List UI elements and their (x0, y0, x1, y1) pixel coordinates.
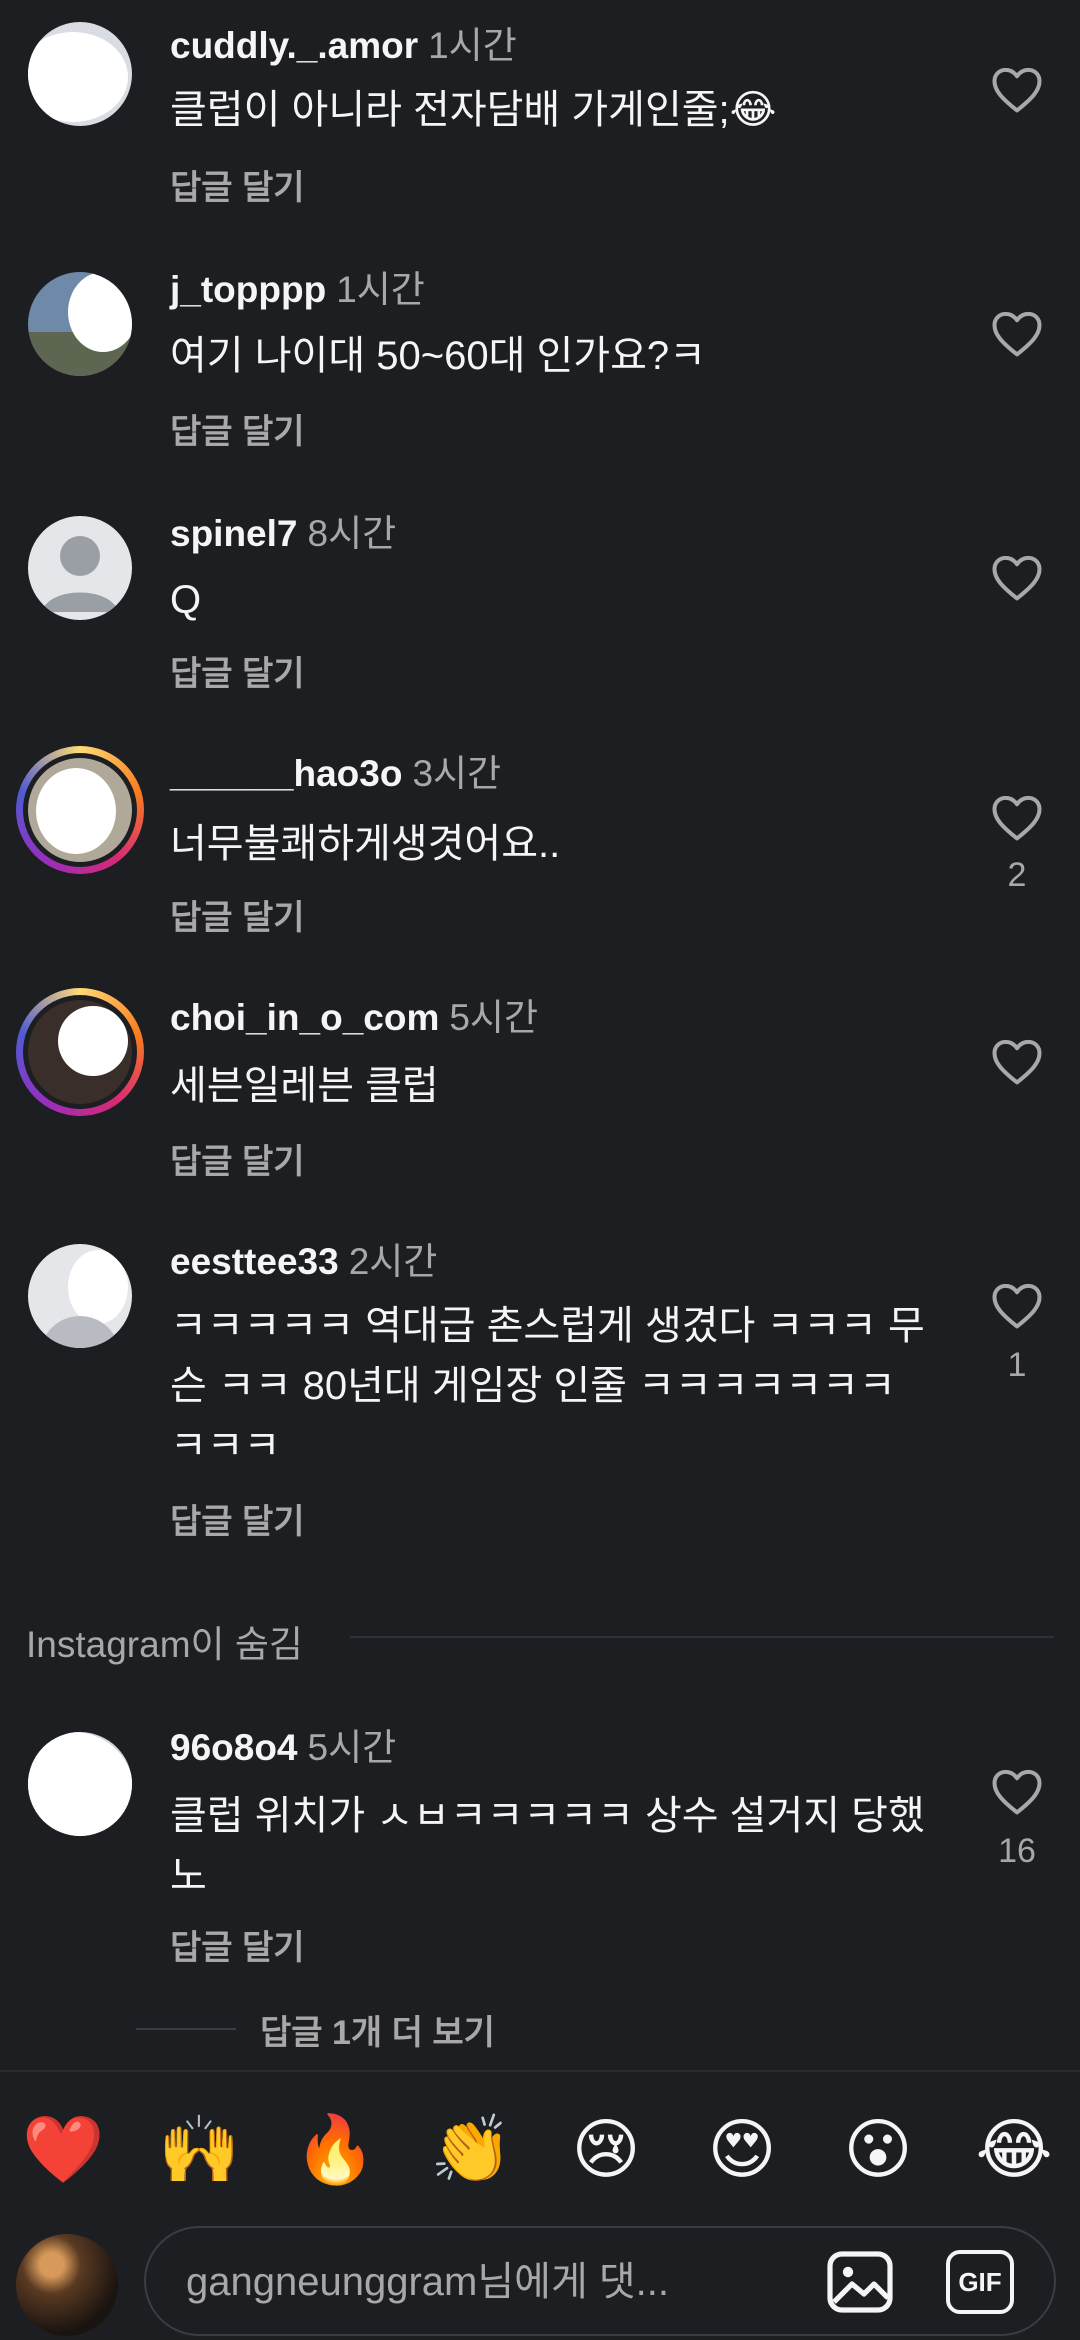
laughing-tears-emoji-icon[interactable]: 😂 (974, 2110, 1054, 2190)
heart-icon (992, 1039, 1042, 1085)
like-button[interactable] (990, 1766, 1044, 1816)
username[interactable]: eesttee33 (170, 1241, 339, 1282)
like-button[interactable] (990, 64, 1044, 114)
default-avatar-icon (42, 536, 118, 612)
heart-emoji-icon[interactable]: ❤️ (22, 2110, 104, 2190)
comment-meta: choi_in_o_com 5시간 (170, 996, 538, 1040)
reply-button[interactable]: 답글 달기 (170, 646, 305, 695)
avatar[interactable] (28, 516, 132, 620)
like-button[interactable] (990, 308, 1044, 358)
comment-meta: cuddly._.amor 1시간 (170, 24, 517, 68)
timestamp: 8시간 (307, 513, 397, 554)
heart-icon (992, 1769, 1042, 1815)
like-button[interactable] (990, 792, 1044, 842)
like-count: 16 (998, 1832, 1036, 1870)
avatar-story-ring[interactable] (16, 746, 144, 874)
reply-button[interactable]: 답글 달기 (170, 890, 305, 939)
comment-text: 너무불쾌하게생겻어요.. (170, 822, 561, 866)
avatar[interactable] (28, 22, 132, 126)
comment-text: ㅋㅋㅋㅋㅋ 역대급 촌스럽게 생겼다 ㅋㅋㅋ 무슨 ㅋㅋ 80년대 게임장 인줄… (170, 1304, 925, 1468)
crying-face-emoji-icon[interactable]: 😢 (566, 2110, 646, 2190)
heart-icon (992, 795, 1042, 841)
clapping-hands-emoji-icon[interactable]: 👏 (430, 2110, 512, 2190)
like-button[interactable] (990, 1036, 1044, 1086)
current-user-avatar (16, 2234, 118, 2336)
image-icon (827, 2251, 893, 2313)
avatar[interactable] (28, 1244, 132, 1348)
like-button[interactable] (990, 552, 1044, 602)
avatar[interactable] (28, 1732, 132, 1836)
comment-meta: eesttee33 2시간 (170, 1240, 437, 1284)
avatar-story-ring[interactable] (16, 988, 144, 1116)
timestamp: 2시간 (348, 1241, 438, 1282)
comment-meta: 96o8o4 5시간 (170, 1726, 396, 1770)
username[interactable]: cuddly._.amor (170, 25, 418, 66)
divider (136, 2028, 236, 2030)
reply-button[interactable]: 답글 달기 (170, 1134, 305, 1183)
divider (350, 1636, 1054, 1638)
comment-text: Q (170, 578, 202, 622)
comment-meta: ______hao3o 3시간 (170, 752, 501, 796)
fire-emoji-icon[interactable]: 🔥 (294, 2110, 376, 2190)
heart-eyes-emoji-icon[interactable]: 😍 (702, 2110, 782, 2190)
reply-button[interactable]: 답글 달기 (170, 404, 305, 453)
gif-button[interactable]: GIF (946, 2250, 1014, 2314)
timestamp: 1시간 (336, 269, 425, 310)
like-count: 1 (1007, 1346, 1027, 1384)
avatar[interactable] (28, 272, 132, 376)
reply-button[interactable]: 답글 달기 (170, 1920, 305, 1969)
comment-text: 클럽 위치가 ㅅㅂㅋㅋㅋㅋㅋ 상수 설거지 당했노 (170, 1794, 925, 1898)
comment-meta: j_topppp 1시간 (170, 268, 425, 312)
hidden-comments-label[interactable]: Instagram이 숨김 (26, 1614, 303, 1668)
comment-text: 세븐일레븐 클럽 (170, 1064, 439, 1108)
timestamp: 3시간 (412, 753, 502, 794)
timestamp: 5시간 (449, 997, 539, 1038)
username[interactable]: choi_in_o_com (170, 997, 439, 1038)
comment-text: 여기 나이대 50~60대 인가요?ㅋ (170, 334, 706, 378)
raising-hands-emoji-icon[interactable]: 🙌 (158, 2110, 240, 2190)
image-picker-button[interactable] (826, 2250, 894, 2314)
username[interactable]: 96o8o4 (170, 1727, 298, 1768)
heart-icon (992, 1283, 1042, 1329)
surprised-face-emoji-icon[interactable]: 😮 (838, 2110, 918, 2190)
timestamp: 5시간 (307, 1727, 397, 1768)
comment-text: 클럽이 아니라 전자담배 가게인줄;😂 (170, 88, 777, 132)
like-count: 2 (1007, 856, 1027, 894)
comment-composer: GIF (144, 2226, 1056, 2336)
heart-icon (992, 67, 1042, 113)
username[interactable]: spinel7 (170, 513, 298, 554)
reply-button[interactable]: 답글 달기 (170, 1494, 305, 1543)
timestamp: 1시간 (428, 25, 517, 66)
username[interactable]: ______hao3o (170, 753, 402, 794)
username[interactable]: j_topppp (170, 269, 326, 310)
comment-input[interactable] (186, 2256, 746, 2308)
heart-icon (992, 311, 1042, 357)
heart-icon (992, 555, 1042, 601)
view-more-replies-button[interactable]: 답글 1개 더 보기 (260, 2005, 495, 2054)
comment-meta: spinel7 8시간 (170, 512, 396, 556)
reply-button[interactable]: 답글 달기 (170, 160, 305, 209)
like-button[interactable] (990, 1280, 1044, 1330)
